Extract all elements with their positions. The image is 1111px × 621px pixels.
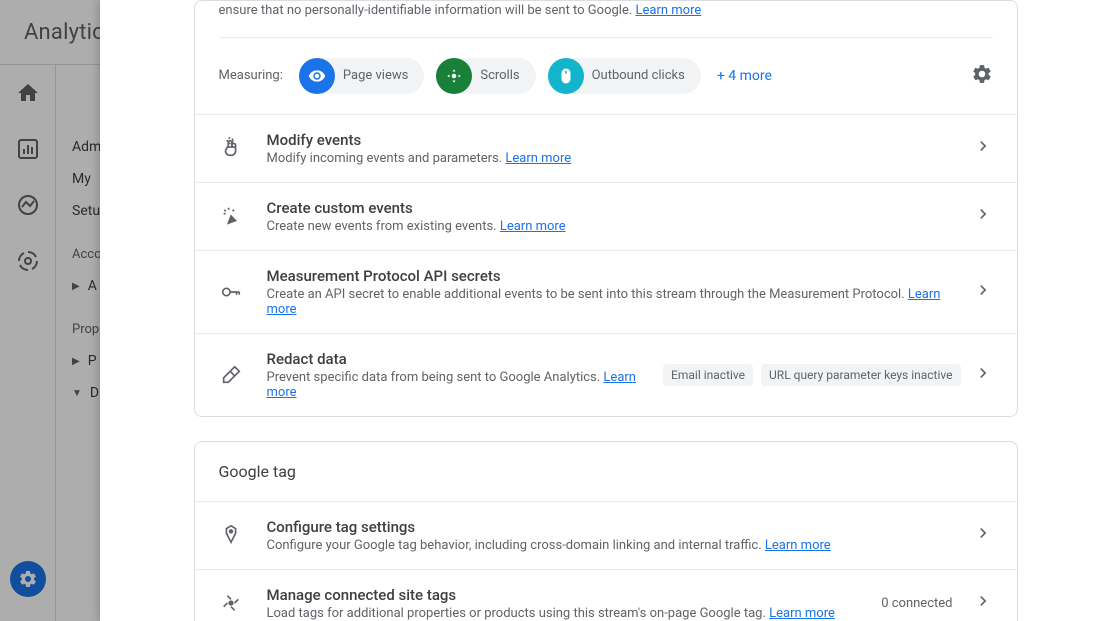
google-tag-card: Google tag Configure tag settings Config… xyxy=(194,441,1018,621)
measuring-label: Measuring: xyxy=(219,68,283,83)
events-card: ensure that no personally-identifiable i… xyxy=(194,0,1018,417)
row-title: Create custom events xyxy=(267,199,961,217)
chevron-right-icon xyxy=(973,280,993,304)
chevron-right-icon xyxy=(973,591,993,615)
chevron-right-icon xyxy=(973,204,993,228)
row-configure-tag[interactable]: Configure tag settings Configure your Go… xyxy=(195,501,1017,569)
connected-icon xyxy=(219,591,243,615)
chevron-right-icon xyxy=(973,363,993,387)
enhanced-settings-gear-icon[interactable] xyxy=(971,63,993,89)
learn-more-link[interactable]: Learn more xyxy=(765,538,831,553)
row-title: Modify events xyxy=(267,131,961,149)
sparkle-icon xyxy=(219,204,243,228)
learn-more-link[interactable]: Learn more xyxy=(769,606,835,621)
learn-more-link[interactable]: Learn more xyxy=(505,151,571,166)
row-redact-data[interactable]: Redact data Prevent specific data from b… xyxy=(195,333,1017,416)
chip-page-views: Page views xyxy=(299,58,424,94)
row-desc: Modify incoming events and parameters. L… xyxy=(267,151,961,166)
row-desc: Create new events from existing events. … xyxy=(267,219,961,234)
row-desc: Configure your Google tag behavior, incl… xyxy=(267,538,961,553)
enhanced-measurement-description: ensure that no personally-identifiable i… xyxy=(195,1,1017,37)
stream-details-panel: ensure that no personally-identifiable i… xyxy=(100,0,1111,621)
row-desc: Prevent specific data from being sent to… xyxy=(267,370,664,400)
more-events-link[interactable]: + 4 more xyxy=(717,68,772,84)
measuring-row: Measuring: Page views Scrolls Outbound c… xyxy=(195,38,1017,114)
chip-outbound: Outbound clicks xyxy=(548,58,701,94)
row-create-custom-events[interactable]: Create custom events Create new events f… xyxy=(195,182,1017,250)
touch-icon xyxy=(219,136,243,160)
connected-count: 0 connected xyxy=(881,596,952,611)
row-measurement-protocol[interactable]: Measurement Protocol API secrets Create … xyxy=(195,250,1017,333)
redact-badges: Email inactive URL query parameter keys … xyxy=(663,364,960,386)
badge-url: URL query parameter keys inactive xyxy=(761,364,960,386)
chevron-right-icon xyxy=(973,523,993,547)
row-title: Configure tag settings xyxy=(267,518,961,536)
eraser-icon xyxy=(219,363,243,387)
row-connected-tags[interactable]: Manage connected site tags Load tags for… xyxy=(195,569,1017,621)
row-title: Manage connected site tags xyxy=(267,586,882,604)
row-desc: Create an API secret to enable additiona… xyxy=(267,287,961,317)
badge-email: Email inactive xyxy=(663,364,753,386)
google-tag-header: Google tag xyxy=(195,442,1017,501)
scroll-icon xyxy=(436,58,472,94)
row-title: Measurement Protocol API secrets xyxy=(267,267,961,285)
chevron-right-icon xyxy=(973,136,993,160)
row-desc: Load tags for additional properties or p… xyxy=(267,606,882,621)
row-title: Redact data xyxy=(267,350,664,368)
row-modify-events[interactable]: Modify events Modify incoming events and… xyxy=(195,114,1017,182)
key-icon xyxy=(219,280,243,304)
learn-more-link[interactable]: Learn more xyxy=(636,3,702,18)
tag-icon xyxy=(219,523,243,547)
mouse-icon xyxy=(548,58,584,94)
learn-more-link[interactable]: Learn more xyxy=(500,219,566,234)
eye-icon xyxy=(299,58,335,94)
chip-scrolls: Scrolls xyxy=(436,58,535,94)
